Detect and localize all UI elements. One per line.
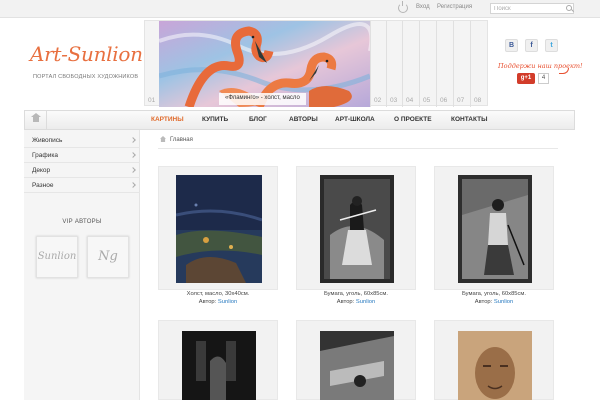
artwork-caption: Бумага, уголь, 60x85см. [461, 291, 527, 297]
power-icon[interactable] [398, 1, 408, 13]
slide-tab-03[interactable]: 03 [386, 21, 402, 107]
author-prefix: Автор: [198, 299, 217, 305]
artwork-card[interactable] [296, 166, 416, 290]
support-project-text: Поддержи наш проект! [498, 62, 583, 70]
artwork-image[interactable] [320, 175, 394, 283]
slide-tab-07[interactable]: 07 [453, 21, 469, 107]
slide-number: 07 [457, 97, 465, 104]
slide-tab-02[interactable]: 02 [370, 21, 386, 107]
divider [158, 148, 558, 149]
sidebar-item-misc[interactable]: Разное [24, 178, 140, 193]
login-link[interactable]: Вход [416, 4, 430, 10]
breadcrumb-home[interactable]: Главная [170, 137, 193, 143]
banner-slider: 01 «Фламинго» - холст, масло 02 03 04 05… [144, 20, 488, 107]
search-icon[interactable] [566, 5, 572, 11]
gplus-button[interactable]: g+1 [517, 73, 535, 84]
slide-number: 01 [148, 97, 156, 104]
register-link[interactable]: Регистрация [437, 4, 472, 10]
artwork-card[interactable] [158, 166, 278, 290]
author-prefix: Автор: [474, 299, 493, 305]
slide-number: 08 [474, 97, 482, 104]
vip-author-avatar[interactable]: Ng [87, 236, 129, 278]
artwork-image[interactable] [458, 175, 532, 283]
artwork-image[interactable] [176, 175, 262, 283]
sidebar-item-label: Декор [32, 167, 51, 174]
banner-image-flamingo[interactable]: «Фламинго» - холст, масло [159, 21, 370, 107]
sidebar-item-label: Графика [32, 152, 58, 159]
author-prefix: Автор: [336, 299, 355, 305]
author-link[interactable]: Sunlion [494, 299, 513, 305]
slide-number: 02 [374, 97, 382, 104]
artwork-image[interactable] [320, 331, 394, 400]
chevron-right-icon [130, 182, 136, 188]
twitter-button[interactable]: t [545, 39, 558, 52]
artwork-card[interactable] [296, 320, 416, 400]
artwork-author: Автор: Sunlion [424, 299, 564, 305]
artwork-card[interactable] [434, 320, 554, 400]
slide-tab-08[interactable]: 08 [470, 21, 486, 107]
nav-item-about[interactable]: О ПРОЕКТЕ [394, 116, 432, 123]
facebook-button[interactable]: f [525, 39, 538, 52]
slide-number: 05 [423, 97, 431, 104]
author-link[interactable]: Sunlion [356, 299, 375, 305]
chevron-right-icon [130, 137, 136, 143]
vk-button[interactable]: В [505, 39, 518, 52]
sidebar-item-painting[interactable]: Живопись [24, 133, 140, 148]
nav-item-buy[interactable]: КУПИТЬ [202, 116, 228, 123]
site-tagline: ПОРТАЛ СВОБОДНЫХ ХУДОЖНИКОВ [33, 74, 139, 80]
slide-number: 04 [406, 97, 414, 104]
slide-number: 03 [390, 97, 398, 104]
artwork-image[interactable] [182, 331, 256, 400]
sidebar-item-decor[interactable]: Декор [24, 163, 140, 178]
gplus-count: 4 [538, 73, 549, 84]
sidebar-item-graphics[interactable]: Графика [24, 148, 140, 163]
artwork-card[interactable] [434, 166, 554, 290]
slide-tab-05[interactable]: 05 [419, 21, 435, 107]
slide-number: 06 [440, 97, 448, 104]
search-input[interactable] [490, 3, 574, 14]
nav-item-blog[interactable]: БЛОГ [249, 116, 267, 123]
top-bar: Вход Регистрация [0, 0, 600, 18]
nav-item-contacts[interactable]: КОНТАКТЫ [451, 116, 487, 123]
artwork-author: Автор: Sunlion [148, 299, 288, 305]
site-logo[interactable]: Art-Sunlion [30, 42, 143, 66]
sidebar-item-label: Разное [32, 182, 54, 189]
curved-arrow-icon [559, 68, 569, 74]
home-tab[interactable] [25, 111, 47, 129]
nav-item-art-school[interactable]: АРТ-ШКОЛА [335, 116, 375, 123]
nav-item-paintings[interactable]: КАРТИНЫ [151, 116, 184, 123]
slide-tab-04[interactable]: 04 [402, 21, 418, 107]
artwork-caption: Холст, масло, 30x40см. [186, 291, 250, 297]
author-link[interactable]: Sunlion [218, 299, 237, 305]
chevron-right-icon [130, 167, 136, 173]
artwork-caption: Бумага, уголь, 60x85см. [323, 291, 389, 297]
chevron-right-icon [130, 152, 136, 158]
nav-item-authors[interactable]: АВТОРЫ [289, 116, 318, 123]
artwork-card[interactable] [158, 320, 278, 400]
home-icon [160, 136, 166, 142]
vip-authors-title: VIP АВТОРЫ [62, 219, 102, 225]
main-nav: КАРТИНЫ КУПИТЬ БЛОГ АВТОРЫ АРТ-ШКОЛА О П… [24, 110, 575, 130]
vip-author-avatar[interactable]: Sunlion [36, 236, 78, 278]
slide-tab-06[interactable]: 06 [436, 21, 452, 107]
banner-caption: «Фламинго» - холст, масло [219, 93, 306, 105]
home-icon [31, 113, 41, 123]
artwork-image[interactable] [458, 331, 532, 400]
sidebar-item-label: Живопись [32, 137, 63, 144]
artwork-author: Автор: Sunlion [286, 299, 426, 305]
